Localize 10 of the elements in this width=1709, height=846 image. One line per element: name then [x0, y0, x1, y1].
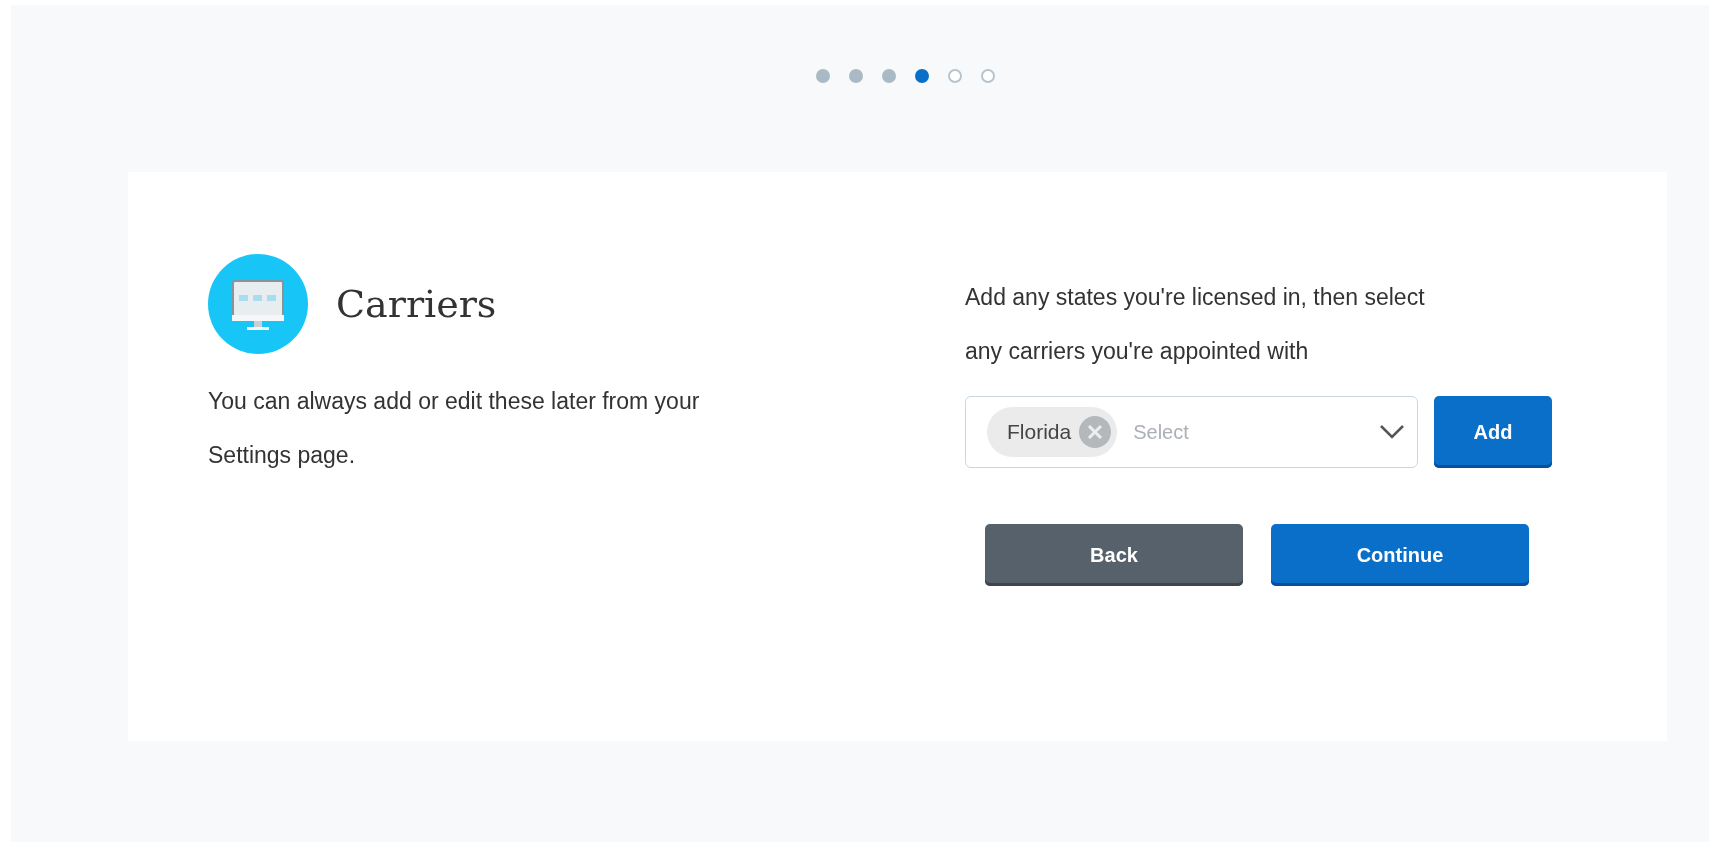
instructions-text: Add any states you're licensed in, then select any carriers you're appointed with	[965, 283, 1426, 366]
state-select[interactable]: Florida Select	[965, 396, 1418, 468]
add-button[interactable]: Add	[1434, 396, 1552, 468]
monitor-icon	[208, 254, 308, 354]
back-button[interactable]: Back	[985, 524, 1243, 586]
description-text: You can always add or edit these later from your Settings page.	[208, 387, 701, 470]
chevron-down-icon[interactable]	[1379, 424, 1405, 440]
continue-button[interactable]: Continue	[1271, 524, 1529, 586]
page-title: Carriers	[336, 282, 497, 326]
chip-label: Florida	[1007, 420, 1072, 444]
